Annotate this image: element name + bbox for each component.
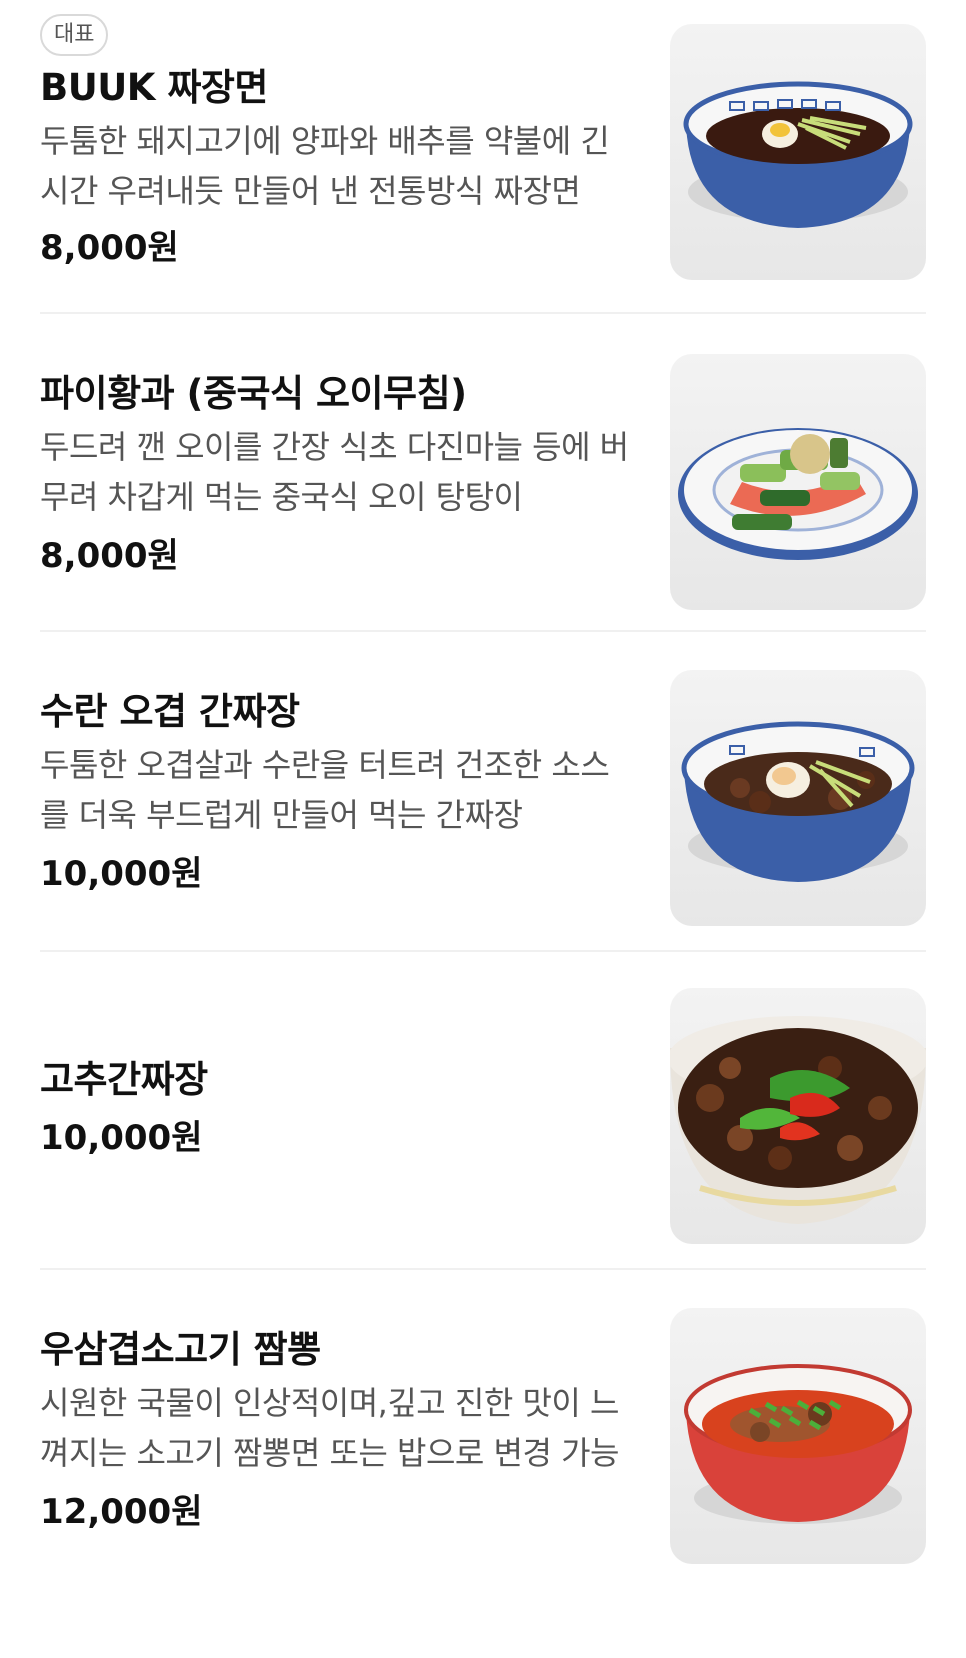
jjamppong-bowl-photo xyxy=(670,1308,926,1564)
item-description: 시원한 국물이 인상적이며,깊고 진한 맛이 느껴지는 소고기 짬뽕면 또는 밥… xyxy=(40,1384,619,1472)
item-description: 두툼한 오겹살과 수란을 터트려 건조한 소스를 더욱 부드럽게 만들어 먹는 … xyxy=(40,746,610,834)
item-price: 12,000원 xyxy=(40,1492,203,1532)
signature-badge: 대표 xyxy=(40,14,109,56)
item-price: 10,000원 xyxy=(40,854,203,894)
item-name: 파이황과 (중국식 오이무침) xyxy=(40,372,467,415)
item-price: 8,000원 xyxy=(40,536,179,576)
item-name: BUUK 짜장면 xyxy=(40,66,268,109)
menu-item-buuk-jajangmyeon[interactable]: 대표 BUUK 짜장면 두툼한 돼지고기에 양파와 배추를 약불에 긴 시간 우… xyxy=(0,0,966,312)
menu-item-suran-ogyeop-ganjjajang[interactable]: 수란 오겹 간짜장 두툼한 오겹살과 수란을 터트려 건조한 소스를 더욱 부드… xyxy=(0,632,966,950)
cucumber-salad-plate-photo xyxy=(670,354,926,610)
item-price: 8,000원 xyxy=(40,228,179,268)
menu-item-gochu-ganjjajang[interactable]: 고추간짜장 10,000원 xyxy=(0,952,966,1268)
jajangmyeon-bowl-photo xyxy=(670,24,926,280)
item-description: 두툼한 돼지고기에 양파와 배추를 약불에 긴 시간 우려내듯 만들어 낸 전통… xyxy=(40,122,610,210)
menu-item-usamgyeop-jjamppong[interactable]: 우삼겹소고기 짬뽕 시원한 국물이 인상적이며,깊고 진한 맛이 느껴지는 소고… xyxy=(0,1270,966,1658)
item-name: 우삼겹소고기 짬뽕 xyxy=(40,1328,321,1371)
pepper-ganjjajang-bowl-photo xyxy=(670,988,926,1244)
item-name: 고추간짜장 xyxy=(40,1058,208,1101)
ganjjajang-bowl-photo xyxy=(670,670,926,926)
item-price: 10,000원 xyxy=(40,1118,203,1158)
item-name: 수란 오겹 간짜장 xyxy=(40,690,300,733)
item-description: 두드려 깬 오이를 간장 식초 다진마늘 등에 버무려 차갑게 먹는 중국식 오… xyxy=(40,428,629,516)
menu-item-paihuanggua[interactable]: 파이황과 (중국식 오이무침) 두드려 깬 오이를 간장 식초 다진마늘 등에 … xyxy=(0,314,966,630)
menu-list: 대표 BUUK 짜장면 두툼한 돼지고기에 양파와 배추를 약불에 긴 시간 우… xyxy=(0,0,966,1658)
